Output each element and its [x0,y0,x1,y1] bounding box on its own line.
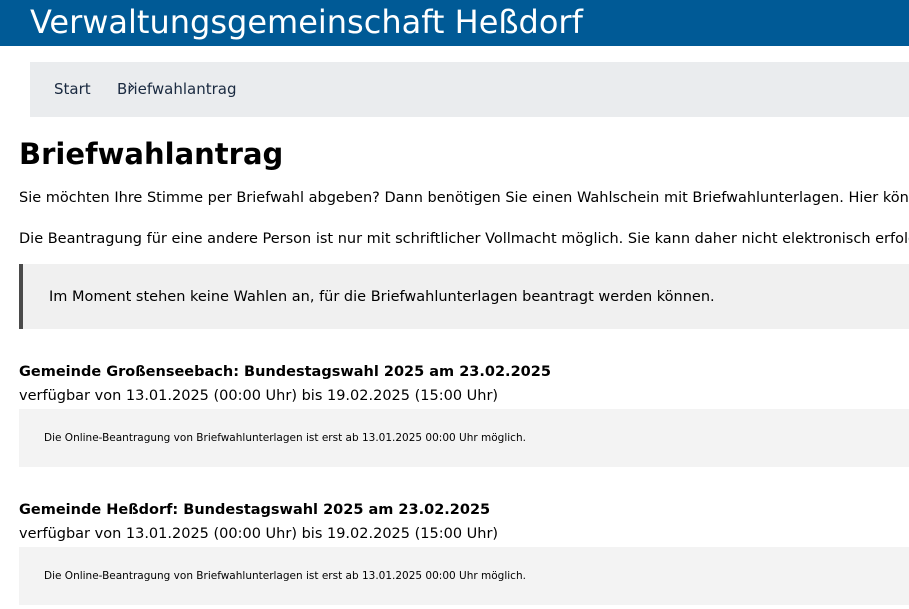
election-info-box: Die Online-Beantragung von Briefwahlunte… [19,547,909,605]
election-info-box: Die Online-Beantragung von Briefwahlunte… [19,409,909,467]
breadcrumb: Start Briefwahlantrag [30,62,909,117]
intro-text-2: Die Beantragung für eine andere Person i… [19,231,909,247]
intro-text-1: Sie möchten Ihre Stimme per Briefwahl ab… [19,190,909,206]
site-title[interactable]: Verwaltungsgemeinschaft Heßdorf [30,2,583,42]
site-header: Verwaltungsgemeinschaft Heßdorf [0,0,909,46]
election-info-text: Die Online-Beantragung von Briefwahlunte… [44,570,526,582]
breadcrumb-start-link[interactable]: Start [54,80,91,98]
election-info-text: Die Online-Beantragung von Briefwahlunte… [44,432,526,444]
no-elections-notice: Im Moment stehen keine Wahlen an, für di… [19,264,909,329]
notice-text: Im Moment stehen keine Wahlen an, für di… [49,289,715,305]
election-title: Gemeinde Heßdorf: Bundestagswahl 2025 am… [19,502,491,518]
election-title: Gemeinde Großenseebach: Bundestagswahl 2… [19,364,551,380]
election-period: verfügbar von 13.01.2025 (00:00 Uhr) bis… [19,388,499,404]
election-period: verfügbar von 13.01.2025 (00:00 Uhr) bis… [19,526,499,542]
breadcrumb-current: Briefwahlantrag [117,80,237,98]
page-title: Briefwahlantrag [19,137,284,171]
